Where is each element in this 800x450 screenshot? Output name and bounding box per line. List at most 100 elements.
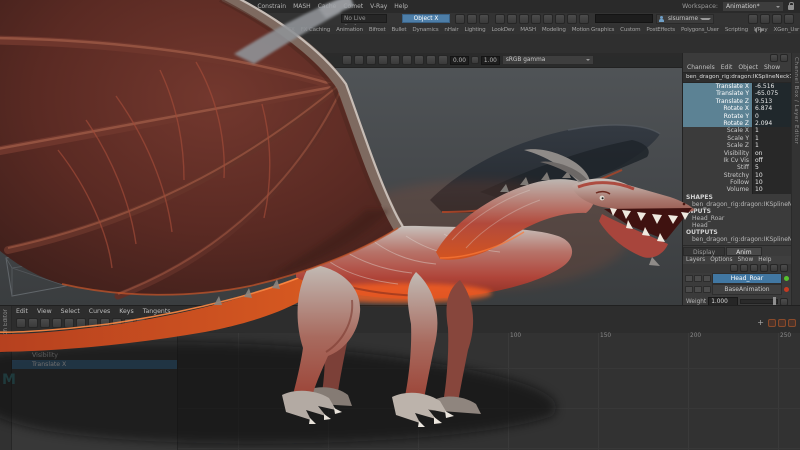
modeling-toolkit-icon[interactable] <box>748 14 758 24</box>
hypershade-icon[interactable] <box>567 14 577 24</box>
pause-icon[interactable] <box>579 14 589 24</box>
menu-item[interactable]: MASH <box>293 3 311 10</box>
graph-outliner-row[interactable]: Head_Roar <box>12 342 177 351</box>
channel-name[interactable]: Scale X <box>683 127 752 134</box>
tool-settings-icon[interactable] <box>784 14 794 24</box>
channel-value[interactable]: 0 <box>752 113 791 120</box>
channel-box-section-row[interactable]: OUTPUTS <box>683 229 791 236</box>
shelf-tab[interactable]: Motion Graphics <box>572 27 614 33</box>
linear-tangent-icon[interactable] <box>184 318 194 328</box>
channel-name[interactable]: Follow <box>683 179 752 186</box>
frame-playback-icon[interactable] <box>124 318 134 328</box>
channel-value[interactable]: 5 <box>752 164 791 171</box>
layer-editor-menu[interactable]: Options <box>710 257 732 263</box>
absolute-view-icon[interactable] <box>16 318 26 328</box>
channel-row[interactable]: Translate X -6.516 <box>683 83 791 90</box>
channel-row[interactable]: Scale Y 1 <box>683 135 791 142</box>
channel-name[interactable]: Translate Y <box>683 90 752 97</box>
lattice-deform-keys-icon[interactable] <box>76 318 86 328</box>
graph-editor-menu[interactable]: Keys <box>119 308 133 315</box>
exposure-field[interactable]: 0.00 <box>450 56 469 65</box>
channel-name[interactable]: Scale Y <box>683 135 752 142</box>
ipr-render-icon[interactable] <box>519 14 529 24</box>
field-chart-icon[interactable] <box>426 55 436 65</box>
channel-name[interactable]: Stiff <box>683 164 752 171</box>
channel-row[interactable]: Rotate X 6.874 <box>683 105 791 112</box>
live-surface-field[interactable]: No Live Surface <box>341 14 387 23</box>
menu-item[interactable]: Comet <box>343 3 363 10</box>
texture-view-icon[interactable] <box>543 14 553 24</box>
move-layer-up-icon[interactable] <box>750 264 758 272</box>
channel-value[interactable]: 9.513 <box>752 98 791 105</box>
snap-curve-icon[interactable] <box>467 14 477 24</box>
shelf-tab[interactable]: Custom <box>620 27 640 33</box>
frame-all-icon[interactable] <box>112 318 122 328</box>
presets-icon[interactable] <box>780 54 788 62</box>
menu-item[interactable]: V-Ray <box>370 3 387 10</box>
shelf-tab[interactable]: Modeling <box>542 27 566 33</box>
weight-slider[interactable] <box>740 299 778 304</box>
channel-value[interactable]: on <box>752 150 791 157</box>
shelf-scroll-left-icon[interactable] <box>751 27 757 33</box>
shelf-tab[interactable]: nHair <box>444 27 458 33</box>
channel-value[interactable]: 1 <box>752 142 791 149</box>
channel-row[interactable]: Volume 10 <box>683 186 791 193</box>
graph-outliner-row[interactable]: ben_dragon_rig:dragon:IK... <box>12 333 177 342</box>
channel-value[interactable]: -6.516 <box>752 83 791 90</box>
channel-row[interactable]: Scale X 1 <box>683 127 791 134</box>
layer-lock-toggle[interactable] <box>703 275 711 282</box>
graph-editor-menu[interactable]: Select <box>61 308 80 315</box>
anim-layer-row[interactable]: BaseAnimation <box>683 284 791 295</box>
render-settings-icon[interactable] <box>531 14 541 24</box>
anim-layer-name[interactable]: BaseAnimation <box>712 284 782 295</box>
layer-lock-toggle[interactable] <box>703 286 711 293</box>
shelf-tab[interactable]: PostEffects <box>646 27 675 33</box>
camera-attributes-icon[interactable] <box>366 55 376 65</box>
layer-editor-menu[interactable]: Help <box>758 257 771 263</box>
channel-value[interactable]: 10 <box>752 186 791 193</box>
channel-value[interactable]: 6.874 <box>752 105 791 112</box>
layer-mute-toggle[interactable] <box>685 275 693 282</box>
channel-name[interactable]: Translate X <box>683 83 752 90</box>
humanik-icon[interactable] <box>760 14 770 24</box>
graph-outliner-row[interactable]: Translate X <box>12 360 177 369</box>
channel-box-section-row[interactable]: ben_dragon_rig:dragon:IKSplineNeck... <box>683 236 791 243</box>
shelf-tab[interactable]: Lighting <box>464 27 485 33</box>
layer-editor-tab[interactable]: Anim <box>726 247 761 256</box>
symmetry-icon[interactable] <box>479 14 489 24</box>
graph-editor-menu[interactable]: Curves <box>89 308 110 315</box>
attribute-editor-icon[interactable] <box>772 14 782 24</box>
anim-layer-row[interactable]: Head_Roar <box>683 273 791 284</box>
channel-name[interactable]: Ik Cv Vis <box>683 157 752 164</box>
isolate-select-icon[interactable] <box>414 55 424 65</box>
clamped-tangent-icon[interactable] <box>172 318 182 328</box>
graph-editor-menu[interactable]: View <box>37 308 52 315</box>
selection-mask-field[interactable]: Object X <box>402 14 450 23</box>
channel-name[interactable]: Visibility <box>683 150 752 157</box>
layer-mute-toggle[interactable] <box>685 286 693 293</box>
menu-item[interactable]: Cache <box>318 3 337 10</box>
channel-box-object-name[interactable]: ben_dragon_rig:dragon:IKSplineNeck7_M <box>683 72 791 83</box>
channel-box-section-row[interactable]: INPUTS <box>683 208 791 215</box>
channel-value[interactable]: -65.075 <box>752 90 791 97</box>
channel-row[interactable]: Rotate Z 2.094 <box>683 120 791 127</box>
add-keys-icon[interactable] <box>64 318 74 328</box>
quick-input-field[interactable] <box>595 14 653 23</box>
channel-row[interactable]: Ik Cv Vis off <box>683 157 791 164</box>
shelf-tab[interactable]: Bullet <box>391 27 406 33</box>
channel-name[interactable]: Volume <box>683 186 752 193</box>
shelf-tab[interactable]: Polygons_User <box>681 27 719 33</box>
center-time-icon[interactable] <box>136 318 146 328</box>
shelf-tab[interactable]: FX <box>288 27 295 33</box>
graph-editor-menu[interactable]: Edit <box>16 308 28 315</box>
graph-editor-menu[interactable]: Tangents <box>143 308 171 315</box>
paint-effects-icon[interactable] <box>555 14 565 24</box>
channel-name[interactable]: Scale Z <box>683 142 752 149</box>
channel-box-menu[interactable]: Show <box>764 64 780 71</box>
channel-row[interactable]: Translate Z 9.513 <box>683 98 791 105</box>
gamma-icon[interactable] <box>471 56 479 64</box>
bookmarks-icon[interactable] <box>378 55 388 65</box>
bookmark-3-icon[interactable] <box>788 319 796 327</box>
channel-value[interactable]: 10 <box>752 172 791 179</box>
shelf-tab[interactable]: MASH <box>520 27 536 33</box>
